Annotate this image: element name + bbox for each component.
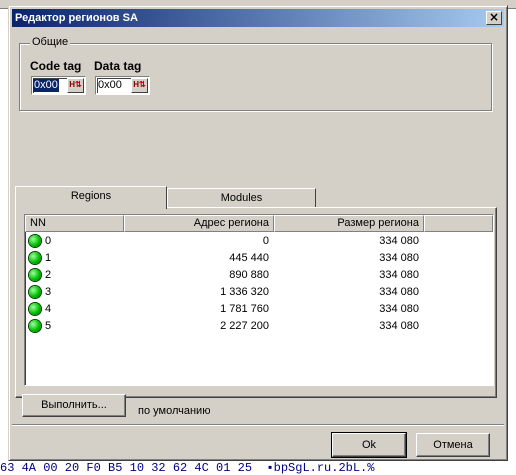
status-green-icon bbox=[29, 252, 41, 264]
column-header-empty bbox=[424, 215, 493, 232]
window-title: Редактор регионов SA bbox=[15, 12, 138, 24]
row-size: 334 080 bbox=[379, 235, 419, 247]
row-nn: 1 bbox=[45, 252, 52, 264]
region-editor-dialog: Редактор регионов SA × Общие Code tag 0x… bbox=[8, 5, 508, 461]
column-header-size[interactable]: Размер региона bbox=[274, 215, 424, 232]
table-row[interactable]: 4 1 781 760 334 080 bbox=[25, 301, 493, 318]
code-tag-label: Code tag bbox=[30, 59, 82, 73]
row-nn: 3 bbox=[45, 286, 52, 298]
row-address: 890 880 bbox=[229, 269, 269, 281]
row-address: 2 227 200 bbox=[220, 320, 269, 332]
title-bar[interactable]: Редактор регионов SA × bbox=[12, 9, 504, 27]
row-size: 334 080 bbox=[379, 269, 419, 281]
execute-button[interactable]: Выполнить... bbox=[22, 394, 126, 417]
row-size: 334 080 bbox=[379, 320, 419, 332]
close-button[interactable]: × bbox=[486, 11, 502, 25]
table-row[interactable]: 5 2 227 200 334 080 bbox=[25, 318, 493, 335]
status-green-icon bbox=[29, 320, 41, 332]
code-tag-spin-button[interactable]: H⇅ bbox=[67, 78, 84, 93]
status-green-icon bbox=[29, 286, 41, 298]
table-row[interactable]: 1 445 440 334 080 bbox=[25, 250, 493, 267]
default-note: по умолчанию bbox=[138, 405, 211, 417]
code-tag-field[interactable]: 0x00 H⇅ bbox=[31, 76, 86, 95]
general-groupbox bbox=[19, 43, 492, 111]
table-row[interactable]: 3 1 336 320 334 080 bbox=[25, 284, 493, 301]
tab-regions[interactable]: Regions bbox=[15, 186, 167, 209]
data-tag-spin-button[interactable]: H⇅ bbox=[131, 78, 148, 93]
row-size: 334 080 bbox=[379, 252, 419, 264]
regions-list[interactable]: NN Адрес региона Размер региона 0 0 334 … bbox=[24, 214, 494, 386]
status-green-icon bbox=[29, 235, 41, 247]
status-green-icon bbox=[29, 269, 41, 281]
up-down-arrow-icon: ⇅ bbox=[75, 80, 82, 89]
row-nn: 4 bbox=[45, 303, 52, 315]
background-hex-dump-line: 63 4A 00 20 F0 B5 10 32 62 4C 01 25 ▪bpS… bbox=[0, 462, 375, 475]
table-row[interactable]: 0 0 334 080 bbox=[25, 233, 493, 250]
tab-modules[interactable]: Modules bbox=[167, 188, 316, 208]
status-green-icon bbox=[29, 303, 41, 315]
row-size: 334 080 bbox=[379, 286, 419, 298]
column-header-nn[interactable]: NN bbox=[25, 215, 124, 232]
data-tag-input[interactable]: 0x00 bbox=[97, 79, 123, 92]
row-address: 445 440 bbox=[229, 252, 269, 264]
row-nn: 5 bbox=[45, 320, 52, 332]
up-down-arrow-icon: ⇅ bbox=[139, 80, 146, 89]
row-nn: 0 bbox=[45, 235, 52, 247]
table-row[interactable]: 2 890 880 334 080 bbox=[25, 267, 493, 284]
general-group-legend: Общие bbox=[30, 36, 71, 49]
code-tag-input[interactable]: 0x00 bbox=[33, 79, 59, 92]
row-address: 1 336 320 bbox=[220, 286, 269, 298]
list-header: NN Адрес региона Размер региона bbox=[25, 215, 493, 232]
row-size: 334 080 bbox=[379, 303, 419, 315]
ok-button[interactable]: Ok bbox=[331, 432, 407, 458]
bottom-separator bbox=[12, 424, 504, 426]
data-tag-label: Data tag bbox=[94, 59, 142, 73]
close-icon: × bbox=[488, 10, 500, 24]
cancel-button[interactable]: Отмена bbox=[416, 433, 490, 457]
row-address: 1 781 760 bbox=[220, 303, 269, 315]
data-tag-field[interactable]: 0x00 H⇅ bbox=[95, 76, 150, 95]
row-nn: 2 bbox=[45, 269, 52, 281]
column-header-address[interactable]: Адрес региона bbox=[124, 215, 274, 232]
row-address: 0 bbox=[262, 235, 269, 247]
